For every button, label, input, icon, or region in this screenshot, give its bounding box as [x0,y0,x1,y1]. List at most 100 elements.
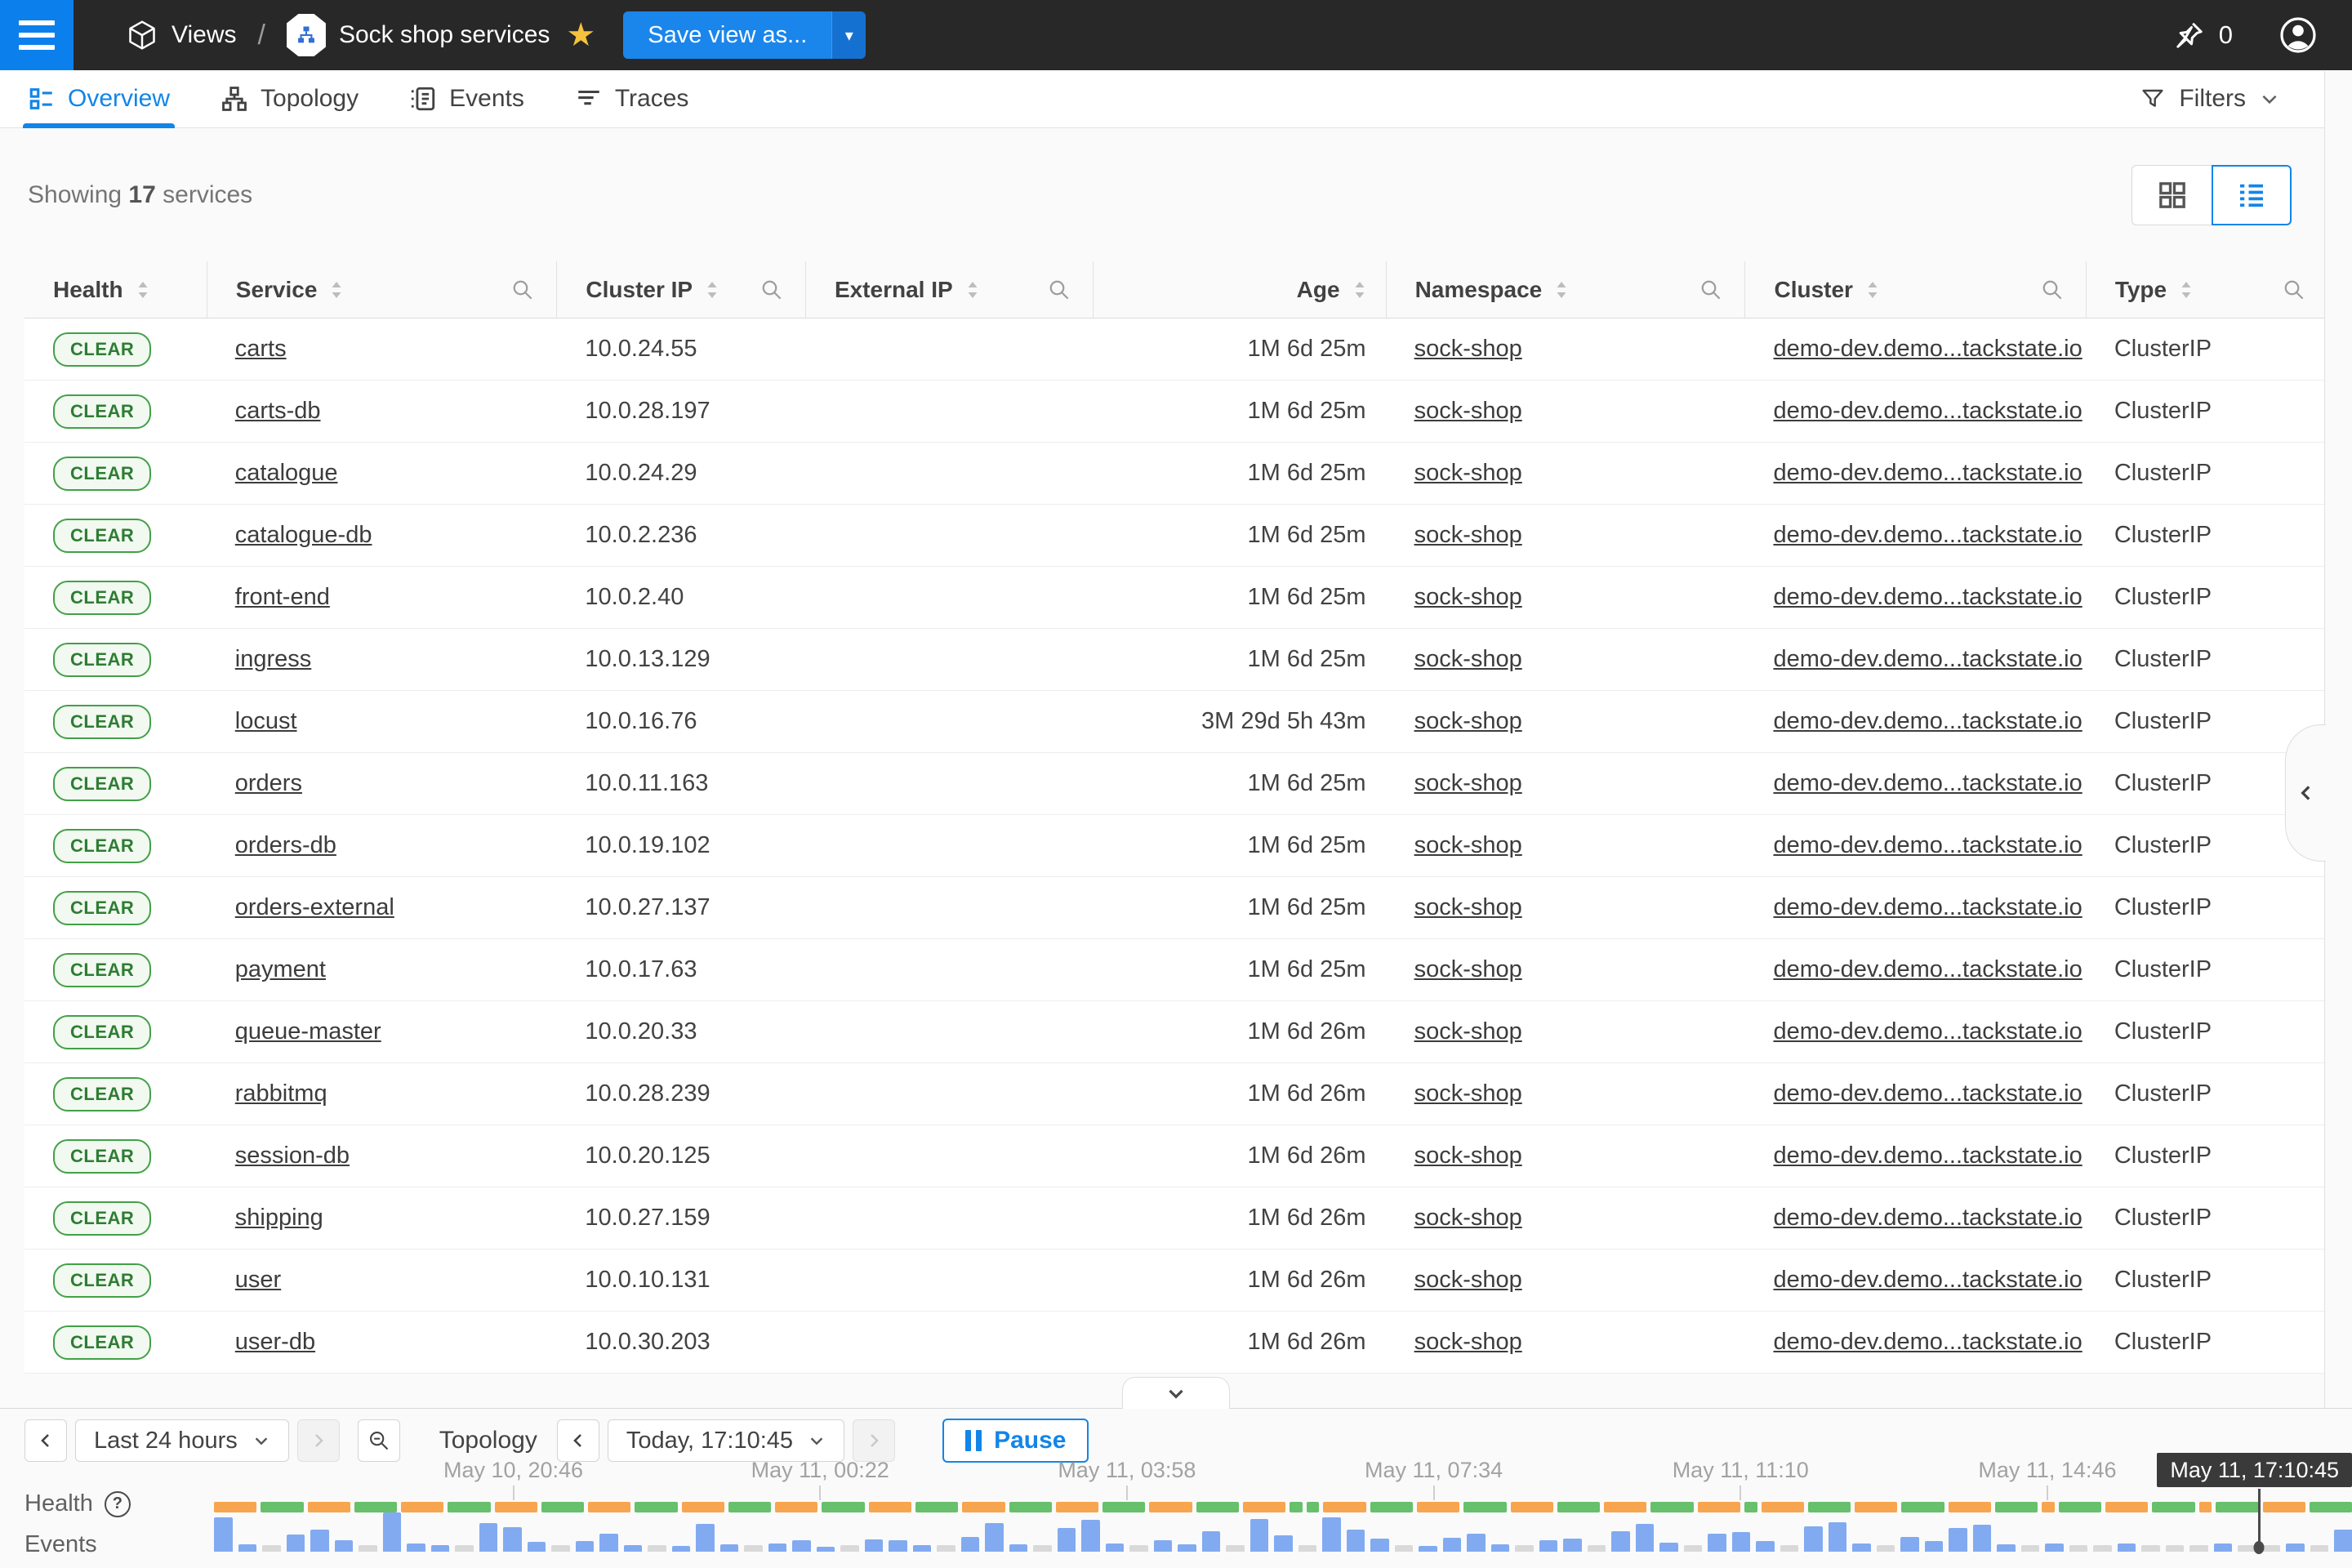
namespace-link[interactable]: sock-shop [1414,1080,1522,1107]
events-bar[interactable] [1058,1528,1076,1552]
events-bar-chart[interactable] [214,1511,2352,1552]
service-link[interactable]: catalogue-db [235,522,372,548]
events-bar-empty[interactable] [744,1545,763,1552]
cluster-link[interactable]: demo-dev.demo...tackstate.io [1773,1143,2082,1169]
namespace-link[interactable]: sock-shop [1414,522,1522,548]
table-row[interactable]: CLEARpayment10.0.17.631M 6d 25msock-shop… [24,939,2328,1001]
events-bar[interactable] [1900,1537,1919,1552]
hamburger-menu-button[interactable] [0,0,74,70]
favorite-star-icon[interactable]: ★ [566,19,595,51]
events-bar-empty[interactable] [2262,1545,2281,1552]
events-bar[interactable] [817,1547,835,1552]
service-link[interactable]: queue-master [235,1018,381,1045]
service-link[interactable]: carts-db [235,398,321,424]
service-link[interactable]: carts [235,336,287,362]
table-row[interactable]: CLEARcarts10.0.24.551M 6d 25msock-shopde… [24,318,2328,381]
service-link[interactable]: orders [235,770,302,796]
list-view-button[interactable] [2212,165,2292,225]
events-bar[interactable] [1659,1543,1678,1552]
events-bar[interactable] [503,1527,522,1552]
events-bar-empty[interactable] [1877,1545,1895,1552]
events-bar-empty[interactable] [1395,1545,1414,1552]
column-header-age[interactable]: Age [1093,261,1385,318]
events-bar-empty[interactable] [2069,1545,2088,1552]
events-bar[interactable] [913,1545,932,1552]
events-bar-empty[interactable] [1033,1545,1052,1552]
events-bar[interactable] [310,1530,329,1552]
cluster-link[interactable]: demo-dev.demo...tackstate.io [1773,460,2082,486]
events-bar[interactable] [576,1541,595,1552]
timeline-playhead[interactable] [2258,1489,2261,1548]
events-bar[interactable] [720,1544,739,1552]
namespace-link[interactable]: sock-shop [1414,1329,1522,1355]
pin-icon[interactable] [2173,19,2206,51]
column-header-external-ip[interactable]: External IP [805,261,1094,318]
events-bar[interactable] [599,1534,618,1552]
service-link[interactable]: payment [235,956,326,982]
events-bar[interactable] [335,1540,354,1552]
namespace-link[interactable]: sock-shop [1414,770,1522,796]
sort-icon[interactable] [136,278,149,301]
events-bar[interactable] [792,1540,811,1552]
column-header-health[interactable]: Health [24,261,207,318]
events-bar-empty[interactable] [1780,1545,1799,1552]
grid-view-button[interactable] [2132,165,2212,225]
service-link[interactable]: catalogue [235,460,338,486]
events-bar[interactable] [961,1537,980,1552]
events-bar-empty[interactable] [1588,1545,1606,1552]
events-bar[interactable] [1973,1525,1992,1552]
table-row[interactable]: CLEARsession-db10.0.20.1251M 6d 26msock-… [24,1125,2328,1187]
service-link[interactable]: orders-db [235,832,336,858]
cluster-link[interactable]: demo-dev.demo...tackstate.io [1773,770,2082,796]
events-bar[interactable] [2286,1544,2305,1552]
table-row[interactable]: CLEARorders10.0.11.1631M 6d 25msock-shop… [24,753,2328,815]
service-link[interactable]: user [235,1267,281,1293]
events-bar-empty[interactable] [937,1545,956,1552]
cluster-link[interactable]: demo-dev.demo...tackstate.io [1773,584,2082,610]
search-icon[interactable] [1699,278,1723,302]
events-bar[interactable] [1539,1540,1558,1552]
events-bar[interactable] [889,1540,907,1552]
service-link[interactable]: rabbitmq [235,1080,327,1107]
events-bar[interactable] [1829,1522,1847,1552]
events-bar-empty[interactable] [840,1545,859,1552]
service-link[interactable]: user-db [235,1329,315,1355]
events-bar[interactable] [1997,1544,2016,1552]
namespace-link[interactable]: sock-shop [1414,398,1522,424]
breadcrumb-views[interactable]: Views [126,19,236,51]
events-bar[interactable] [1467,1534,1486,1552]
namespace-link[interactable]: sock-shop [1414,336,1522,362]
events-bar[interactable] [383,1512,402,1552]
events-bar[interactable] [672,1546,691,1552]
sort-icon[interactable] [966,278,979,301]
namespace-link[interactable]: sock-shop [1414,708,1522,734]
save-view-button[interactable]: Save view as... [623,11,831,59]
events-bar[interactable] [1250,1519,1269,1552]
sort-icon[interactable] [1866,278,1879,301]
events-bar-empty[interactable] [455,1545,474,1552]
events-bar-empty[interactable] [1226,1545,1245,1552]
tab-traces[interactable]: Traces [575,70,689,128]
table-row[interactable]: CLEARrabbitmq10.0.28.2391M 6d 26msock-sh… [24,1063,2328,1125]
events-bar-empty[interactable] [2093,1545,2112,1552]
table-row[interactable]: CLEARlocust10.0.16.763M 29d 5h 43msock-s… [24,691,2328,753]
events-bar-empty[interactable] [2310,1545,2329,1552]
events-bar-empty[interactable] [359,1545,377,1552]
events-bar-empty[interactable] [1129,1545,1148,1552]
cluster-link[interactable]: demo-dev.demo...tackstate.io [1773,832,2082,858]
events-bar[interactable] [1852,1544,1871,1552]
namespace-link[interactable]: sock-shop [1414,894,1522,920]
range-back-button[interactable] [24,1419,67,1462]
cluster-link[interactable]: demo-dev.demo...tackstate.io [1773,894,2082,920]
table-row[interactable]: CLEARcatalogue-db10.0.2.2361M 6d 25msock… [24,505,2328,567]
events-bar-empty[interactable] [2141,1545,2160,1552]
service-link[interactable]: session-db [235,1143,350,1169]
events-bar[interactable] [528,1542,546,1552]
table-row[interactable]: CLEARuser-db10.0.30.2031M 6d 26msock-sho… [24,1312,2328,1374]
events-bar[interactable] [238,1544,257,1552]
namespace-link[interactable]: sock-shop [1414,460,1522,486]
events-bar[interactable] [1347,1530,1365,1552]
events-bar-empty[interactable] [2189,1545,2208,1552]
events-bar[interactable] [1708,1534,1726,1552]
cluster-link[interactable]: demo-dev.demo...tackstate.io [1773,1205,2082,1231]
